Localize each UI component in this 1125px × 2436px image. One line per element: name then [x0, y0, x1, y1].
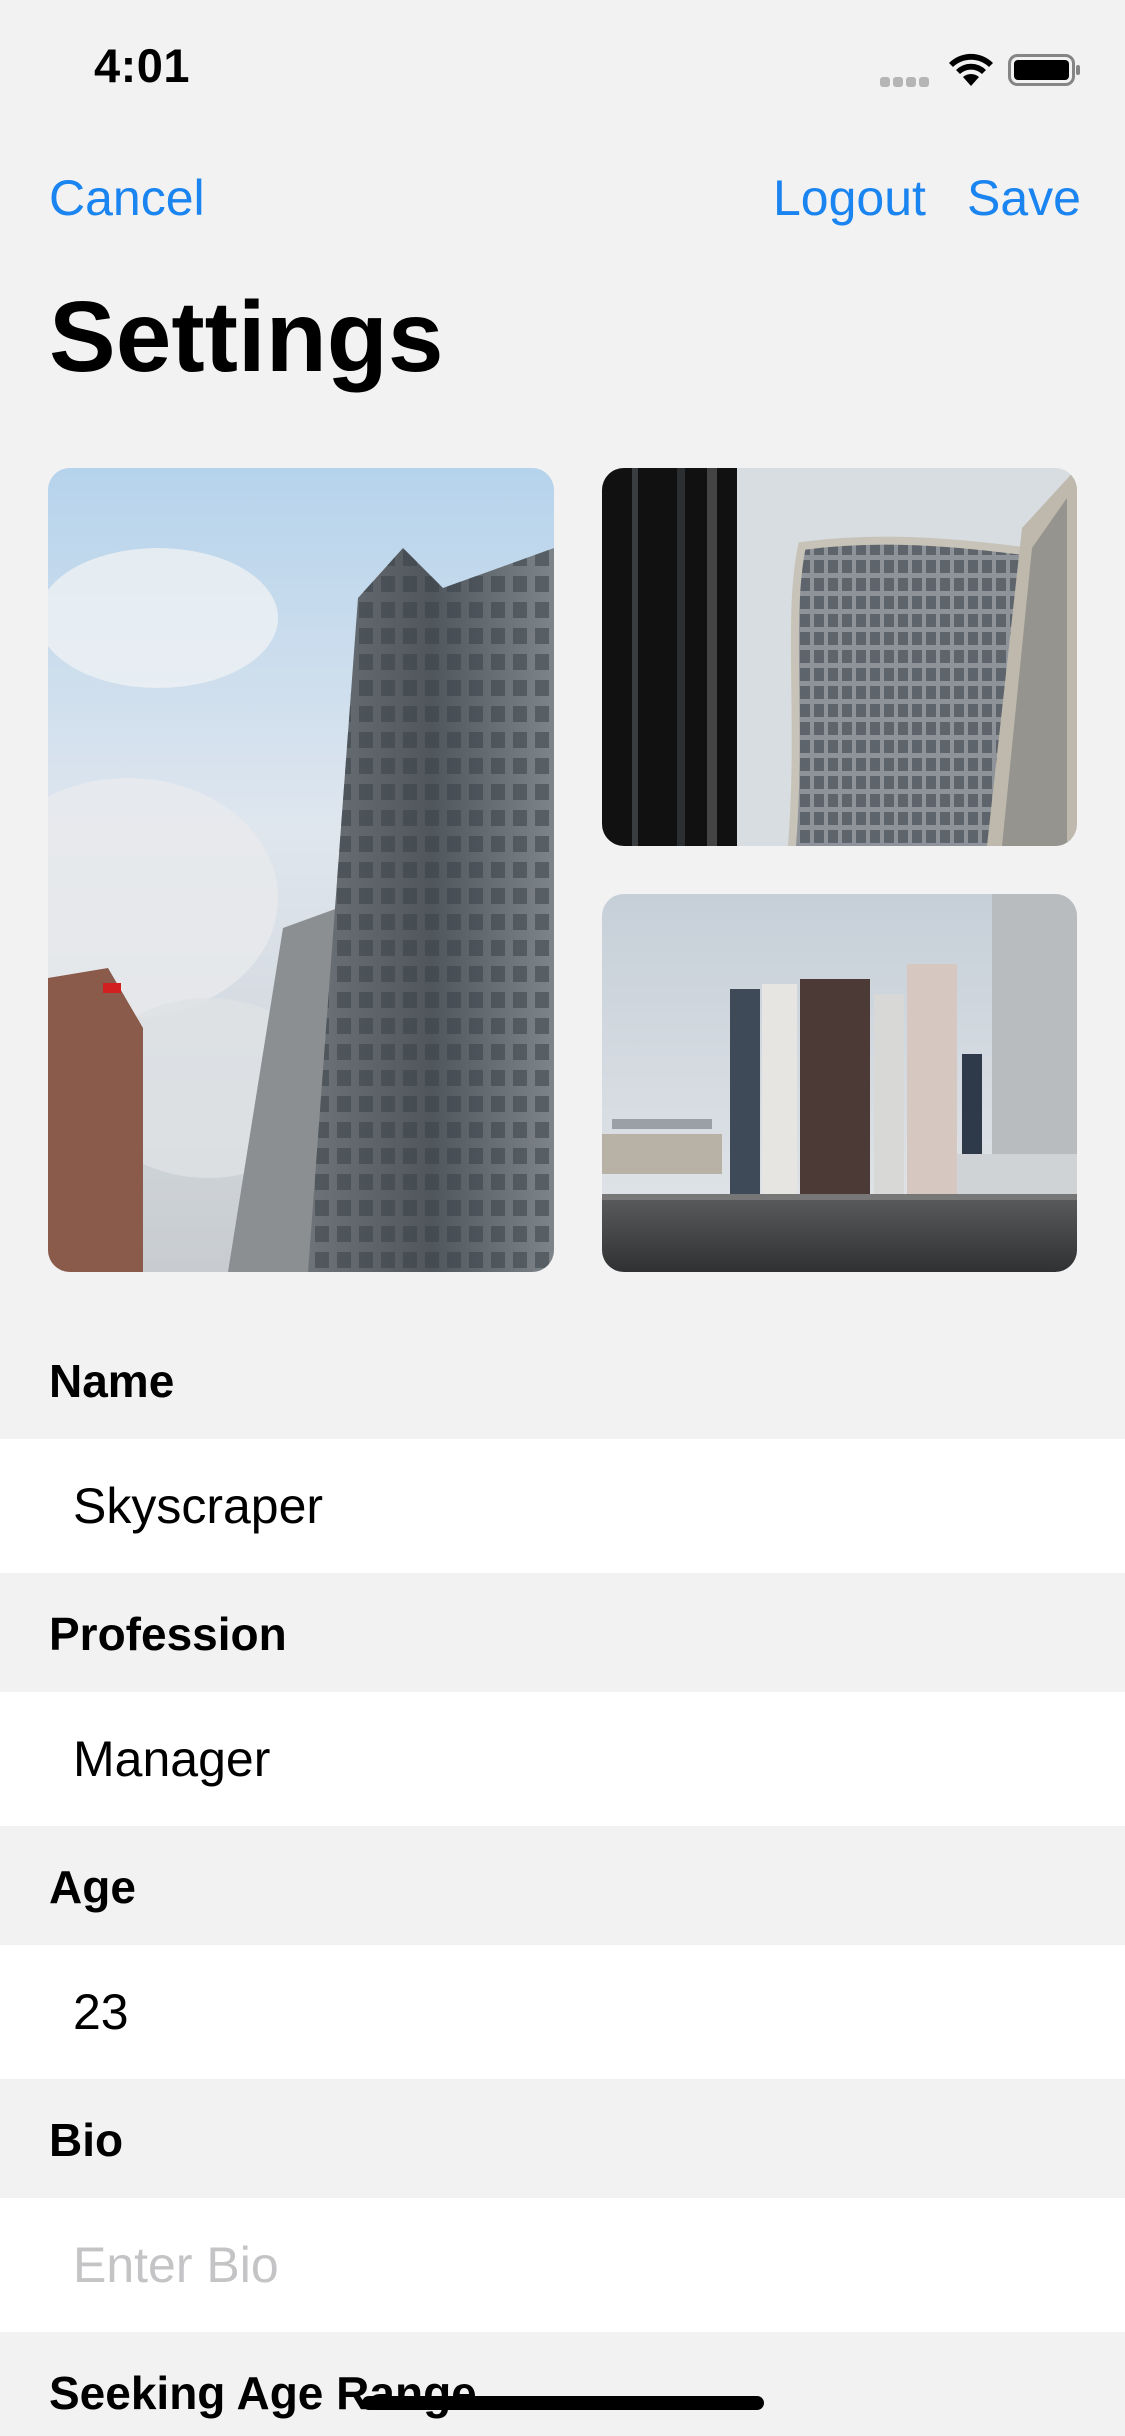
page-title: Settings	[49, 281, 444, 393]
profession-section-header: Profession	[49, 1608, 287, 1660]
age-input[interactable]	[73, 1945, 1073, 2079]
photo-main[interactable]	[48, 468, 554, 1272]
bio-input[interactable]	[73, 2198, 1073, 2332]
profession-input[interactable]	[73, 1692, 1073, 1826]
seeking-age-range-section-header: Seeking Age Range	[49, 2367, 477, 2419]
name-field-row	[0, 1439, 1125, 1573]
logout-button[interactable]: Logout	[773, 168, 926, 228]
status-bar: 4:01	[0, 0, 1125, 140]
age-field-row	[0, 1945, 1125, 2079]
save-button[interactable]: Save	[967, 168, 1081, 228]
bio-field-row	[0, 2198, 1125, 2332]
battery-icon	[1008, 52, 1082, 88]
cancel-button[interactable]: Cancel	[49, 168, 205, 228]
photo-top-right[interactable]	[602, 468, 1077, 846]
name-section-header: Name	[49, 1355, 175, 1407]
signal-icon	[880, 74, 936, 87]
bio-section-header: Bio	[49, 2114, 124, 2166]
age-section-header: Age	[49, 1861, 136, 1913]
profession-field-row	[0, 1692, 1125, 1826]
photo-bottom-right[interactable]	[602, 894, 1077, 1272]
name-input[interactable]	[73, 1439, 1073, 1573]
status-time: 4:01	[94, 39, 191, 92]
home-indicator[interactable]	[362, 2396, 764, 2410]
wifi-icon	[948, 52, 994, 88]
